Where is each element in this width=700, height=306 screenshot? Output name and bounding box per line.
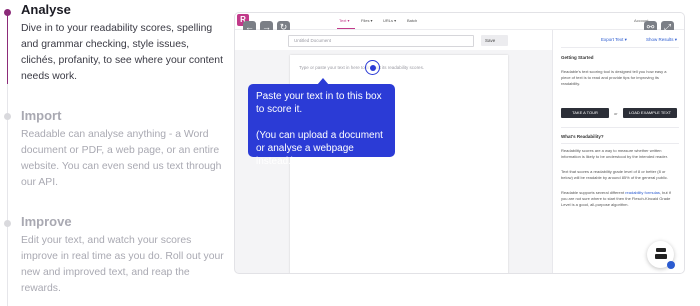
nav-urls[interactable]: URLs ▾ — [383, 18, 396, 23]
step-title: Analyse — [21, 2, 71, 17]
step-analyse[interactable]: Analyse Dive in to your readability scor… — [21, 2, 226, 85]
export-text-link[interactable]: Export Text ▾ — [601, 37, 627, 43]
tooltip-spacer — [256, 116, 387, 129]
feature-walkthrough: Analyse Dive in to your readability scor… — [0, 0, 700, 306]
chat-icon — [656, 248, 666, 252]
results-sidebar: Export Text ▾ Show Results ▾ Getting Sta… — [552, 30, 684, 273]
chat-icon-base — [655, 254, 667, 259]
load-example-button[interactable]: LOAD EXAMPLE TEXT — [623, 108, 677, 118]
document-toolbar: Untitled Document Save — [235, 30, 555, 50]
save-button[interactable]: Save — [481, 35, 508, 46]
formula-text: Readable supports several different — [561, 190, 626, 195]
step-description: Dive in to your readability scores, spel… — [21, 23, 223, 82]
whats-readability-heading: What's Readability? — [561, 134, 604, 139]
step-description: Readable can analyse anything - a Word d… — [21, 129, 222, 188]
step-description: Edit your text, and watch your scores im… — [21, 235, 224, 294]
show-results-link[interactable]: Show Results ▾ — [646, 37, 677, 43]
tooltip-line-2: (You can upload a document or analyse a … — [256, 130, 383, 167]
readability-paragraph: Readable supports several different read… — [561, 190, 673, 208]
sidebar-divider — [561, 47, 679, 48]
onboarding-tooltip: Paste your text in to this box to score … — [248, 84, 395, 167]
document-title-input[interactable]: Untitled Document — [288, 35, 474, 47]
getting-started-text: Readable's text scoring tool is designed… — [561, 69, 667, 86]
or-text: or — [614, 111, 618, 116]
editor-placeholder: Type or paste your text in here to find … — [299, 65, 425, 70]
take-tour-button[interactable]: TAKE A TOUR — [561, 108, 609, 118]
notification-dot — [667, 261, 675, 269]
step-improve[interactable]: Improve Edit your text, and watch your s… — [21, 214, 226, 297]
readability-formulas-link[interactable]: readability formulas — [625, 190, 660, 195]
step-marker-analyse — [4, 9, 11, 16]
tooltip-line-1: Paste your text in to this box to score … — [256, 91, 382, 115]
readability-paragraph: Text that scores a readability grade lev… — [561, 169, 668, 180]
nav-batch[interactable]: Batch — [407, 18, 417, 23]
steps-rail-progress — [7, 12, 8, 84]
step-import[interactable]: Import Readable can analyse anything - a… — [21, 108, 226, 191]
step-marker-import — [4, 113, 11, 120]
nav-active-indicator — [337, 28, 355, 29]
step-title: Import — [21, 108, 62, 123]
click-target-dot — [370, 65, 376, 71]
readability-paragraph: Readability scores are a way to measure … — [561, 148, 668, 159]
app-top-nav: R Text ▾ Files ▾ URLs ▾ Batch Account — [235, 13, 684, 30]
step-title: Improve — [21, 214, 72, 229]
sidebar-divider — [561, 127, 679, 128]
nav-files[interactable]: Files ▾ — [361, 18, 373, 23]
nav-text[interactable]: Text ▾ — [339, 18, 349, 23]
step-marker-improve — [4, 220, 11, 227]
getting-started-heading: Getting Started — [561, 55, 594, 60]
sidebar-divider — [561, 143, 679, 144]
